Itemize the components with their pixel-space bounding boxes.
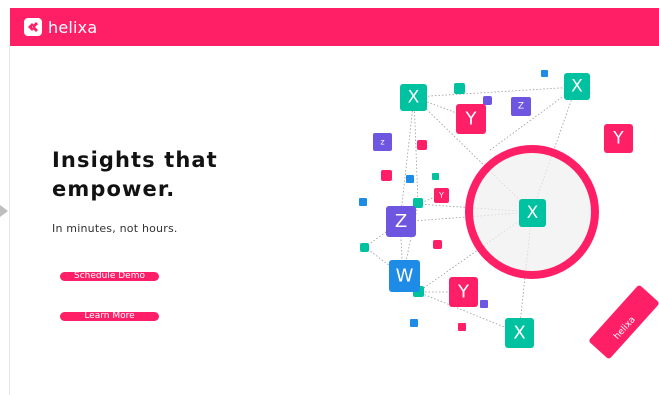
tile-z-small-top: Z [511, 97, 531, 116]
svg-text:Y: Y [465, 109, 478, 130]
svg-text:z: z [380, 138, 384, 147]
svg-text:X: X [527, 203, 539, 223]
tile-y-right: Y [604, 124, 633, 153]
svg-text:X: X [571, 77, 583, 97]
svg-text:X: X [513, 323, 525, 344]
tile-x-top-left: X [400, 84, 427, 111]
network-magnifier-illustration: helixa X X Y Z Y z Y Z X W Y X [359, 70, 659, 359]
svg-text:X: X [408, 88, 420, 108]
tile-y-top: Y [456, 104, 486, 134]
svg-text:Y: Y [612, 129, 624, 149]
tile-y-small: Y [434, 188, 449, 203]
magnifier-icon: helixa [465, 145, 659, 359]
tile-x-center: X [519, 199, 546, 227]
svg-text:Y: Y [438, 191, 444, 200]
svg-text:W: W [396, 266, 414, 287]
svg-text:Y: Y [457, 282, 470, 303]
svg-text:Z: Z [395, 211, 407, 232]
tile-x-top-right: X [564, 73, 590, 100]
tile-z-tiny-left: z [373, 133, 392, 151]
tile-w-left: W [389, 260, 420, 292]
tile-y-bottom: Y [449, 277, 478, 307]
svg-text:Z: Z [518, 102, 524, 112]
tile-z-left: Z [386, 206, 416, 237]
tile-x-bottom: X [505, 318, 534, 348]
